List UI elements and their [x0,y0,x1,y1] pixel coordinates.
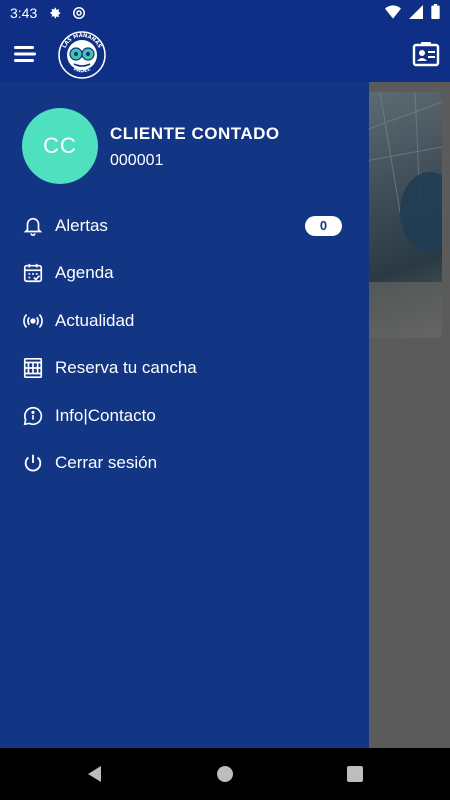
drawer-item-label: Actualidad [55,310,135,330]
wifi-icon [385,4,401,22]
court-icon [21,356,45,380]
power-icon [21,451,45,475]
drawer-item-label: Cerrar sesión [55,453,158,473]
drawer-item-label: Reserva tu cancha [55,358,197,378]
status-bar: 3:43 [0,0,450,26]
app-logo: LAS MAÑANAS PADEL [56,31,108,79]
avatar: CC [22,108,98,184]
drawer-item-alertas[interactable]: Alertas 0 [0,202,369,250]
recents-square-icon[interactable] [346,765,364,783]
bell-icon [21,214,45,238]
drawer-item-label: Alertas [55,215,108,235]
back-triangle-icon[interactable] [86,765,104,783]
at-sign-icon [71,5,87,21]
drawer-item-actualidad[interactable]: Actualidad [0,297,369,345]
background-banner-image [360,92,442,338]
app-bar: LAS MAÑANAS PADEL [0,26,450,82]
battery-icon [431,4,440,22]
status-time: 3:43 [10,5,38,21]
drawer-item-info-contacto[interactable]: Info|Contacto [0,392,369,440]
broadcast-icon [21,309,45,333]
drawer-item-agenda[interactable]: Agenda [0,250,369,298]
alert-count-badge: 0 [305,215,342,236]
drawer-item-reserva[interactable]: Reserva tu cancha [0,345,369,393]
user-id: 000001 [110,152,164,169]
cellular-signal-icon [409,4,423,22]
drawer-menu: Alertas 0 Agenda Actualidad Reserva tu c… [0,202,369,487]
home-circle-icon[interactable] [216,765,234,783]
drawer-item-cerrar-sesion[interactable]: Cerrar sesión [0,440,369,488]
drawer-item-label: Agenda [55,263,114,283]
info-chat-icon [21,404,45,428]
calendar-check-icon [21,261,45,285]
user-name: CLIENTE CONTADO [110,124,280,143]
hamburger-menu-icon[interactable] [12,42,38,66]
system-nav-bar [0,748,450,800]
drawer-item-label: Info|Contacto [55,405,156,425]
navigation-drawer: CC CLIENTE CONTADO 000001 Alertas 0 Agen… [0,82,369,748]
contact-card-icon[interactable] [412,40,440,68]
settings-gear-icon [47,5,63,21]
